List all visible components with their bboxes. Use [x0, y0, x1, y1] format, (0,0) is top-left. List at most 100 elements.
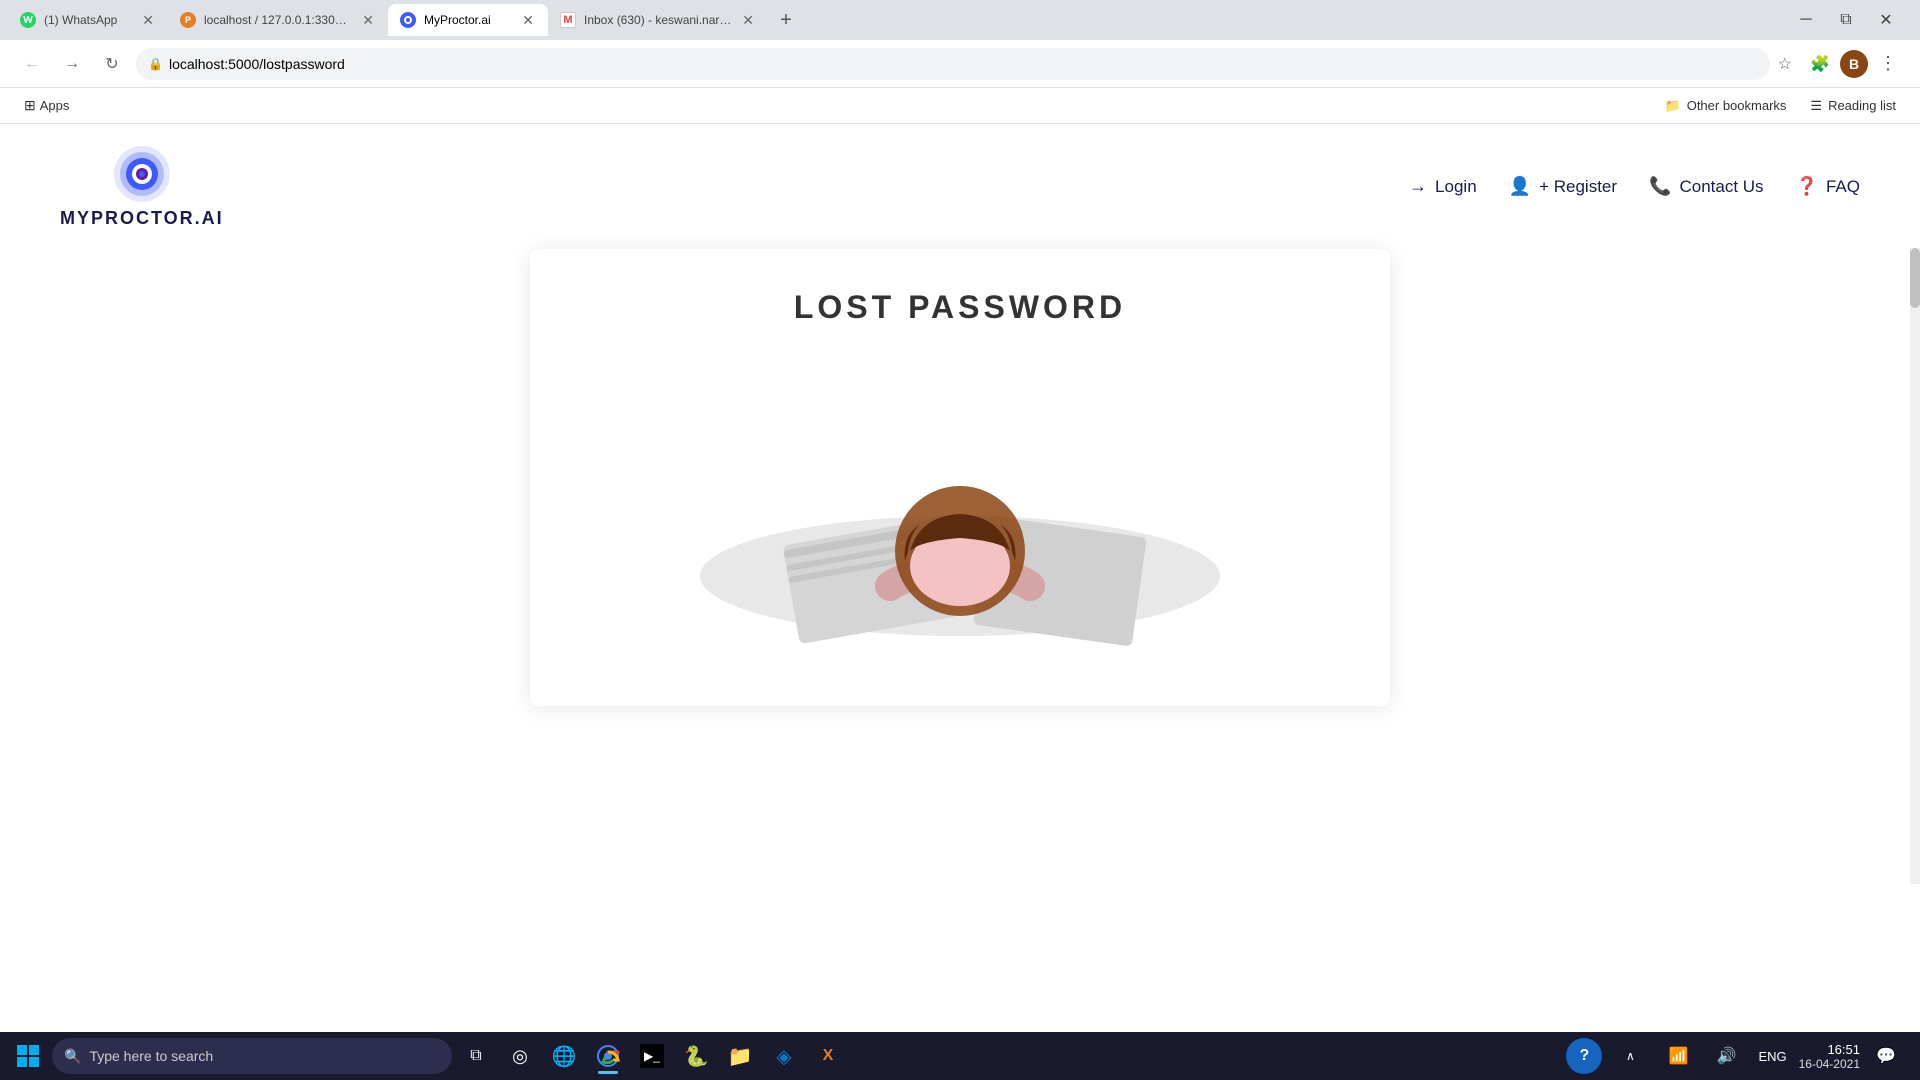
edge-icon: 🌐 [552, 1044, 577, 1069]
tab-close-whatsapp[interactable]: ✕ [140, 10, 156, 31]
system-clock[interactable]: 16:51 16-04-2021 [1799, 1042, 1860, 1071]
tab-favicon-localhost: P [180, 12, 196, 28]
wifi-button[interactable]: 📶 [1658, 1036, 1698, 1076]
login-label: Login [1435, 177, 1477, 197]
vscode-button[interactable]: ◈ [764, 1036, 804, 1076]
main-content: LOST PASSWORD [0, 249, 1920, 706]
taskbar-right: ? ∧ 📶 🔊 ENG 16:51 16-04-2021 💬 [1566, 1036, 1912, 1076]
bookmark-apps[interactable]: ⊞ Apps [16, 93, 77, 118]
tab-close-myproctor[interactable]: ✕ [520, 10, 536, 31]
lost-password-illustration [670, 366, 1250, 666]
files-icon: 📁 [728, 1044, 753, 1069]
reading-list-icon: ☰ [1810, 98, 1822, 114]
help-button[interactable]: ? [1566, 1038, 1602, 1074]
task-view-button[interactable]: ⧉ [456, 1036, 496, 1076]
bookmark-apps-label: Apps [40, 98, 70, 113]
folder-icon: 📁 [1665, 98, 1681, 114]
taskbar-search-placeholder: Type here to search [89, 1048, 213, 1064]
faq-link[interactable]: ❓ FAQ [1796, 176, 1860, 197]
taskbar-search-bar[interactable]: 🔍 Type here to search [52, 1038, 452, 1074]
back-button[interactable]: ← [16, 48, 48, 80]
tab-close-localhost[interactable]: ✕ [360, 10, 376, 31]
phone-icon: 📞 [1649, 176, 1671, 197]
scrollbar[interactable] [1910, 248, 1920, 884]
reload-button[interactable]: ↻ [96, 48, 128, 80]
notification-button[interactable]: 💬 [1868, 1038, 1904, 1074]
taskbar-search-icon: 🔍 [64, 1048, 81, 1065]
lock-icon: 🔒 [148, 57, 163, 71]
url-bar[interactable]: 🔒 localhost:5000/lostpassword [136, 48, 1770, 80]
overflow-button[interactable]: ∧ [1610, 1036, 1650, 1076]
faq-label: FAQ [1826, 177, 1860, 197]
sound-icon: 🔊 [1716, 1046, 1736, 1066]
python-button[interactable]: 🐍 [676, 1036, 716, 1076]
terminal-button[interactable]: ▶_ [632, 1036, 672, 1076]
webpage-content: MYPROCTOR.AI → Login 👤 + Register 📞 Cont… [0, 124, 1920, 884]
illustration-svg [670, 366, 1250, 646]
register-label: + Register [1539, 177, 1617, 197]
wifi-icon: 📶 [1668, 1046, 1688, 1066]
start-button[interactable] [8, 1036, 48, 1076]
address-bar: ← → ↻ 🔒 localhost:5000/lostpassword ☆ 🧩 … [0, 40, 1920, 88]
logo-text: MYPROCTOR.AI [60, 208, 224, 229]
edge-button[interactable]: 🌐 [544, 1036, 584, 1076]
register-link[interactable]: 👤 + Register [1509, 176, 1617, 197]
browser-frame: W (1) WhatsApp ✕ P localhost / 127.0.0.1… [0, 0, 1920, 884]
bookmarks-bar: ⊞ Apps 📁 Other bookmarks ☰ Reading list [0, 88, 1920, 124]
new-tab-button[interactable]: + [772, 6, 800, 34]
tab-localhost[interactable]: P localhost / 127.0.0.1:3308 / c ✕ [168, 4, 388, 36]
tab-favicon-whatsapp: W [20, 12, 36, 28]
extension-buttons: 🧩 B ⋮ [1804, 48, 1904, 80]
other-bookmarks-button[interactable]: 📁 Other bookmarks [1657, 94, 1795, 118]
language-button[interactable]: ENG [1754, 1036, 1790, 1076]
profile-button[interactable]: B [1840, 50, 1868, 78]
tab-myproctor[interactable]: MyProctor.ai ✕ [388, 4, 548, 36]
tab-gmail[interactable]: M Inbox (630) - keswani.narenc ✕ [548, 4, 768, 36]
windows-logo-icon [16, 1044, 40, 1068]
tab-title-myproctor: MyProctor.ai [424, 13, 512, 27]
tab-close-gmail[interactable]: ✕ [740, 10, 756, 31]
menu-button[interactable]: ⋮ [1872, 48, 1904, 80]
minimize-button[interactable]: ─ [1792, 6, 1820, 34]
bookmarks-right: 📁 Other bookmarks ☰ Reading list [1657, 94, 1904, 118]
tab-bar: W (1) WhatsApp ✕ P localhost / 127.0.0.1… [0, 0, 1920, 40]
vscode-icon: ◈ [776, 1044, 791, 1069]
tab-title-whatsapp: (1) WhatsApp [44, 13, 132, 27]
xampp-button[interactable]: X [808, 1036, 848, 1076]
tab-favicon-gmail: M [560, 12, 576, 28]
contact-label: Contact Us [1679, 177, 1763, 197]
taskbar: 🔍 Type here to search ⧉ ◎ 🌐 ▶_ 🐍 📁 [0, 1032, 1920, 1080]
task-view-icon: ⧉ [470, 1047, 481, 1065]
xampp-icon: X [823, 1047, 834, 1065]
lost-password-card: LOST PASSWORD [530, 249, 1390, 706]
restore-button[interactable]: ⧉ [1832, 6, 1860, 34]
login-link[interactable]: → Login [1409, 176, 1477, 197]
chrome-taskbar-button[interactable] [588, 1036, 628, 1076]
terminal-icon: ▶_ [640, 1044, 664, 1068]
sound-button[interactable]: 🔊 [1706, 1036, 1746, 1076]
site-logo[interactable]: MYPROCTOR.AI [60, 144, 224, 229]
apps-grid-icon: ⊞ [24, 97, 36, 114]
close-button[interactable]: ✕ [1872, 6, 1900, 34]
register-icon: 👤 [1509, 176, 1531, 197]
tab-whatsapp[interactable]: W (1) WhatsApp ✕ [8, 4, 168, 36]
card-title: LOST PASSWORD [794, 289, 1126, 326]
site-navbar: MYPROCTOR.AI → Login 👤 + Register 📞 Cont… [0, 124, 1920, 249]
logo-svg [112, 144, 172, 204]
reading-list-button[interactable]: ☰ Reading list [1802, 94, 1904, 118]
contact-link[interactable]: 📞 Contact Us [1649, 176, 1764, 197]
python-icon: 🐍 [684, 1044, 709, 1069]
faq-icon: ❓ [1796, 176, 1818, 197]
help-icon: ? [1580, 1047, 1590, 1065]
scrollbar-thumb[interactable] [1910, 248, 1920, 308]
extensions-button[interactable]: 🧩 [1804, 48, 1836, 80]
chevron-up-icon: ∧ [1626, 1049, 1635, 1063]
language-label: ENG [1758, 1049, 1786, 1064]
forward-button[interactable]: → [56, 48, 88, 80]
bookmark-star-button[interactable]: ☆ [1778, 54, 1792, 74]
file-manager-button[interactable]: 📁 [720, 1036, 760, 1076]
clock-time: 16:51 [1827, 1042, 1860, 1057]
tab-title-localhost: localhost / 127.0.0.1:3308 / c [204, 13, 352, 27]
cortana-button[interactable]: ◎ [500, 1036, 540, 1076]
other-bookmarks-label: Other bookmarks [1687, 98, 1787, 113]
